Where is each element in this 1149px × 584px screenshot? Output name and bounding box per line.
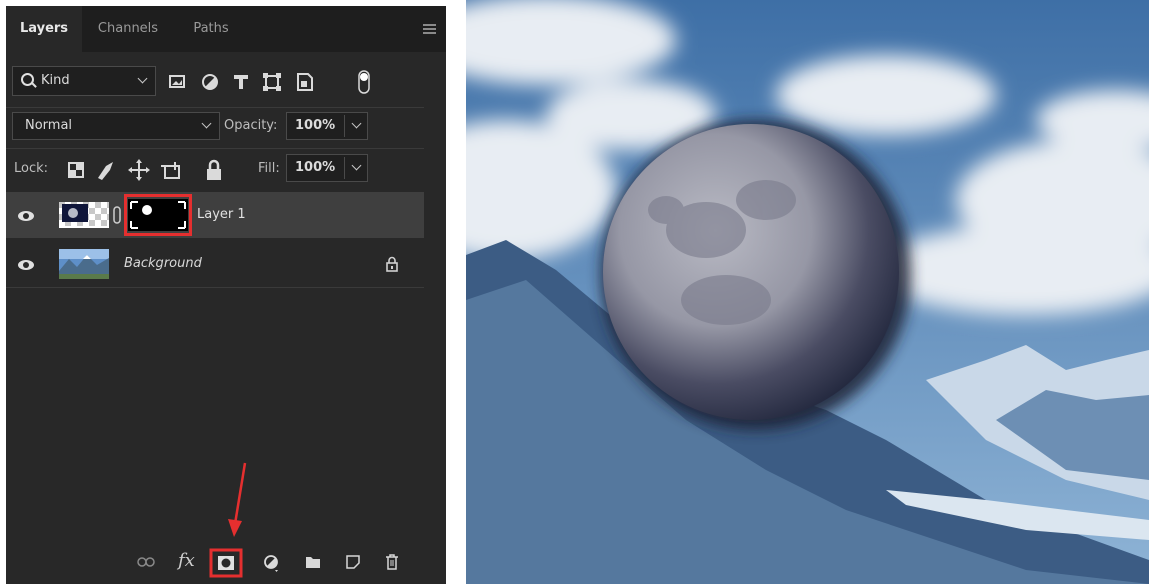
lock-icon[interactable] bbox=[386, 256, 398, 272]
opacity-field[interactable]: 100% bbox=[286, 112, 368, 140]
layer-thumbnail bbox=[59, 202, 109, 228]
pixel-filter-icon[interactable] bbox=[169, 75, 185, 88]
lock-transparent-icon[interactable] bbox=[68, 162, 84, 178]
fx-icon[interactable]: fx bbox=[178, 550, 195, 571]
new-layer-icon[interactable] bbox=[346, 555, 360, 569]
blend-mode-value: Normal bbox=[25, 118, 73, 133]
add-layer-mask-icon[interactable] bbox=[209, 548, 243, 578]
bottom-toolbar: fx bbox=[6, 542, 446, 584]
lock-image-pixels-icon[interactable] bbox=[98, 162, 113, 180]
tab-paths[interactable]: Paths bbox=[176, 6, 246, 52]
divider bbox=[6, 287, 424, 288]
panel-menu-icon[interactable] bbox=[423, 24, 436, 34]
layer-row[interactable]: Layer 1 bbox=[6, 192, 424, 238]
mountain-moon-image bbox=[466, 0, 1149, 584]
chain-link-icon[interactable] bbox=[113, 206, 121, 224]
layer-name[interactable]: Background bbox=[124, 256, 202, 271]
chevron-down-icon[interactable] bbox=[351, 160, 362, 171]
opacity-separator bbox=[344, 115, 345, 137]
layer-name[interactable]: Layer 1 bbox=[197, 207, 246, 222]
shape-filter-icon[interactable] bbox=[263, 73, 281, 91]
smart-object-filter-icon[interactable] bbox=[297, 73, 313, 91]
canvas-preview bbox=[466, 0, 1149, 584]
lock-label: Lock: bbox=[14, 161, 49, 176]
layers-panel: Layers Channels Paths Kind Normal Opacit… bbox=[6, 6, 446, 584]
fill-separator bbox=[344, 157, 345, 179]
search-icon-handle bbox=[31, 82, 37, 88]
chevron-down-icon bbox=[137, 73, 148, 84]
filter-icons bbox=[169, 70, 370, 94]
panel-tab-bar: Layers Channels Paths bbox=[6, 6, 446, 52]
annotation-arrow bbox=[228, 462, 247, 537]
adjustment-layer-icon[interactable] bbox=[263, 554, 279, 572]
opacity-label: Opacity: bbox=[224, 118, 278, 133]
tab-layers[interactable]: Layers bbox=[6, 6, 82, 52]
type-filter-icon[interactable] bbox=[234, 75, 248, 89]
blend-mode-select[interactable]: Normal bbox=[12, 112, 220, 140]
divider bbox=[6, 148, 424, 149]
mask-highlight-box bbox=[124, 194, 192, 236]
lock-all-icon[interactable] bbox=[207, 159, 221, 180]
chevron-down-icon[interactable] bbox=[351, 118, 362, 129]
kind-filter-label: Kind bbox=[41, 73, 70, 88]
layer-row[interactable]: Background bbox=[6, 241, 424, 287]
kind-filter-select[interactable]: Kind bbox=[12, 66, 156, 96]
lock-position-icon[interactable] bbox=[128, 159, 150, 181]
visibility-eye-icon[interactable] bbox=[18, 260, 34, 270]
fill-field[interactable]: 100% bbox=[286, 154, 368, 182]
divider bbox=[6, 107, 424, 108]
tab-channels[interactable]: Channels bbox=[84, 6, 172, 52]
folder-icon[interactable] bbox=[305, 555, 321, 569]
lock-icons bbox=[68, 159, 221, 181]
filter-toggle-icon[interactable] bbox=[358, 70, 370, 94]
link-layers-icon[interactable] bbox=[137, 556, 155, 568]
background-thumbnail bbox=[59, 249, 109, 279]
fill-value: 100% bbox=[295, 160, 336, 175]
prevent-autonest-icon[interactable] bbox=[161, 162, 180, 179]
adjustment-filter-icon[interactable] bbox=[202, 74, 220, 92]
trash-icon[interactable] bbox=[385, 553, 399, 571]
opacity-value: 100% bbox=[295, 118, 336, 133]
visibility-eye-icon[interactable] bbox=[18, 211, 34, 221]
chevron-down-icon bbox=[201, 118, 212, 129]
fill-label: Fill: bbox=[258, 161, 280, 176]
